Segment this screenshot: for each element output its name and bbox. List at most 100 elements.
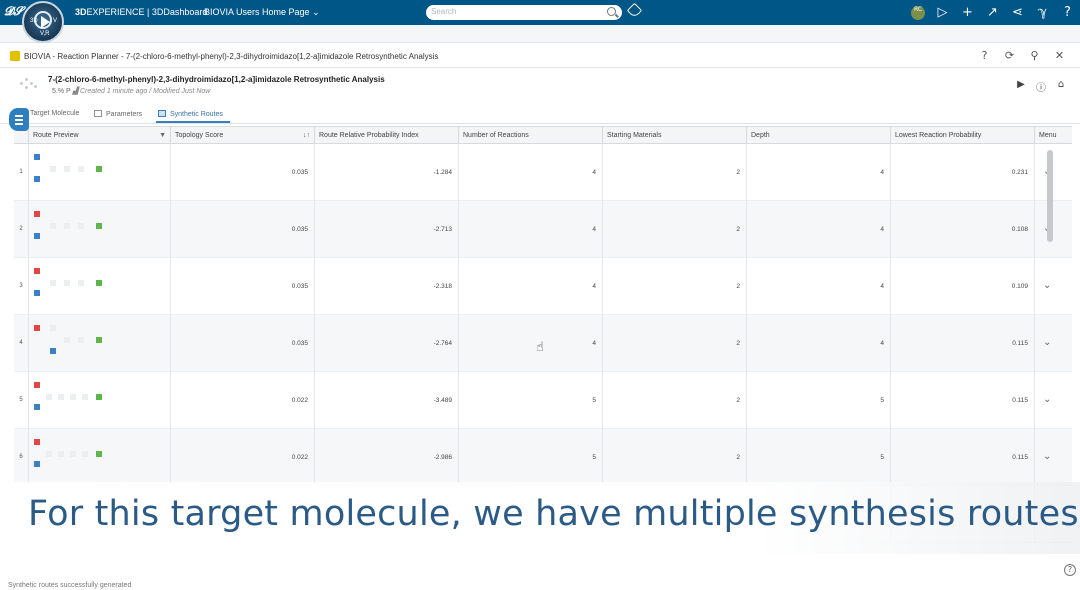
cell-depth: 5 xyxy=(746,372,890,429)
column-topology-score[interactable]: Topology Score ↓↑ xyxy=(170,127,314,144)
table-row[interactable]: 5 0.022 -3.489 5 2 5 0.115 ⌄ xyxy=(14,372,1072,429)
route-preview-cell[interactable] xyxy=(28,372,170,429)
route-node-icon xyxy=(34,154,40,160)
cell-value: 4 xyxy=(880,169,884,176)
cell-value: 5 xyxy=(880,397,884,404)
chevron-down-icon[interactable]: ⌄ xyxy=(1043,394,1051,405)
cell-topology: 0.035 xyxy=(170,258,314,315)
route-node-icon xyxy=(78,337,84,343)
pin-icon[interactable]: ⚲ xyxy=(1022,47,1047,65)
route-node-icon xyxy=(50,166,56,172)
chevron-down-icon[interactable]: ⌄ xyxy=(1043,451,1051,462)
column-lowest-reaction-probability[interactable]: Lowest Reaction Probability xyxy=(890,127,1034,144)
share-arrow-icon[interactable]: ▷ xyxy=(930,5,955,20)
cell-value: 0.115 xyxy=(1012,340,1028,347)
route-node-icon xyxy=(78,280,84,286)
header-actions: ▶ ⓘ ⌂ xyxy=(1014,79,1068,94)
row-menu-cell: ⌄ xyxy=(1034,144,1072,201)
column-route-preview[interactable]: Route Preview ▼ xyxy=(28,127,170,144)
cell-starting: 2 xyxy=(602,315,746,372)
compass-icon[interactable]: 3D V V,R xyxy=(22,1,64,43)
route-node-icon xyxy=(78,223,84,229)
column-starting-materials[interactable]: Starting Materials xyxy=(602,127,746,144)
forward-icon[interactable]: ↗ xyxy=(980,5,1005,20)
table-row[interactable]: 3 0.035 -2.318 4 2 4 0.109 ⌄ xyxy=(14,258,1072,315)
search-icon[interactable] xyxy=(607,7,616,16)
route-node-icon xyxy=(70,451,76,457)
cell-value: 4 xyxy=(592,169,596,176)
route-preview-cell[interactable] xyxy=(28,144,170,201)
route-preview-cell[interactable] xyxy=(28,201,170,258)
route-node-icon xyxy=(58,451,64,457)
close-icon[interactable]: ✕ xyxy=(1047,47,1072,65)
search-input[interactable]: Search xyxy=(426,5,622,20)
route-node-icon xyxy=(34,176,40,182)
route-node-icon xyxy=(34,439,40,445)
tab-target-molecule[interactable]: Target Molecule xyxy=(30,110,79,117)
network-share-icon[interactable]: ⋖ xyxy=(1005,5,1030,20)
cell-rrpi: -2.764 xyxy=(314,315,458,372)
column-menu: Menu xyxy=(1034,127,1072,144)
table-row[interactable]: 6 0.022 -2.986 5 2 5 0.115 ⌄ xyxy=(14,429,1072,486)
help-icon[interactable]: ? xyxy=(972,47,997,65)
chevron-down-icon[interactable]: ⌄ xyxy=(1043,337,1051,348)
route-node-icon xyxy=(34,211,40,217)
route-node-icon xyxy=(50,280,56,286)
cell-value: -2.318 xyxy=(433,283,452,290)
row-number: 1 xyxy=(19,169,23,175)
side-panel-toggle-button[interactable] xyxy=(9,108,29,131)
route-preview-cell[interactable] xyxy=(28,315,170,372)
tab-synthetic-routes[interactable]: Synthetic Routes xyxy=(158,110,223,118)
cell-rrpi: -2.986 xyxy=(314,429,458,486)
vertical-scrollbar[interactable] xyxy=(1047,150,1053,242)
route-preview-cell[interactable] xyxy=(28,258,170,315)
column-route-relative-probability-index[interactable]: Route Relative Probability Index xyxy=(314,127,458,144)
cell-rrpi: -3.489 xyxy=(314,372,458,429)
cell-value: 0.109 xyxy=(1011,283,1028,290)
route-preview-cell[interactable] xyxy=(28,429,170,486)
sort-icon[interactable]: ↓↑ xyxy=(303,127,310,144)
cell-value: 0.022 xyxy=(291,397,308,404)
refresh-icon[interactable]: ⟳ xyxy=(997,47,1022,65)
help-icon[interactable]: ? xyxy=(1064,564,1076,576)
filter-icon[interactable]: ▼ xyxy=(159,127,166,144)
route-node-icon xyxy=(50,325,56,331)
cell-depth: 4 xyxy=(746,201,890,258)
route-node-icon xyxy=(34,290,40,296)
route-node-icon xyxy=(64,223,70,229)
home-icon[interactable]: ⌂ xyxy=(1054,79,1068,94)
cell-value: 0.035 xyxy=(291,340,308,347)
route-node-icon xyxy=(34,404,40,410)
widget-controls: ? ⟳ ⚲ ✕ xyxy=(972,47,1072,65)
info-icon[interactable]: ⓘ xyxy=(1034,79,1048,94)
tab-parameters[interactable]: Parameters xyxy=(94,110,142,118)
apps-icon[interactable]: ℽ xyxy=(1030,5,1055,20)
cell-value: 0.115 xyxy=(1012,397,1028,404)
help-icon[interactable]: ? xyxy=(1055,5,1080,20)
route-node-icon xyxy=(82,394,88,400)
top-bar: 𝓓𝓢 3DEXPERIENCE | 3DDashboard BIOVIA Use… xyxy=(0,0,1080,25)
home-page-selector[interactable]: BIOVIA Users Home Page ⌄ xyxy=(204,7,320,18)
route-node-icon xyxy=(34,461,40,467)
cell-topology: 0.035 xyxy=(170,315,314,372)
compass-label-3d: 3D xyxy=(30,18,38,24)
tag-icon[interactable] xyxy=(626,2,643,19)
compass-label-v: V xyxy=(53,18,58,24)
add-icon[interactable]: + xyxy=(955,5,980,20)
row-menu-cell: ⌄ xyxy=(1034,258,1072,315)
route-node-icon xyxy=(96,337,102,343)
column-depth[interactable]: Depth xyxy=(746,127,890,144)
row-number: 4 xyxy=(19,340,23,346)
row-number: 5 xyxy=(19,397,23,403)
cell-value: 2 xyxy=(736,397,740,404)
avatar[interactable]: RC xyxy=(911,5,925,20)
active-tab-indicator xyxy=(156,121,230,123)
chevron-down-icon[interactable]: ⌄ xyxy=(1043,280,1051,291)
cell-lowest: 0.115 xyxy=(890,372,1034,429)
table-row[interactable]: 1 0.035 -1.284 4 2 4 0.231 ⌄ xyxy=(14,144,1072,201)
table-row[interactable]: 2 0.035 -2.713 4 2 4 0.108 ⌄ xyxy=(14,201,1072,258)
column-number-of-reactions[interactable]: Number of Reactions xyxy=(458,127,602,144)
route-node-icon xyxy=(96,223,102,229)
run-icon[interactable]: ▶ xyxy=(1014,79,1028,94)
row-menu-cell: ⌄ xyxy=(1034,315,1072,372)
